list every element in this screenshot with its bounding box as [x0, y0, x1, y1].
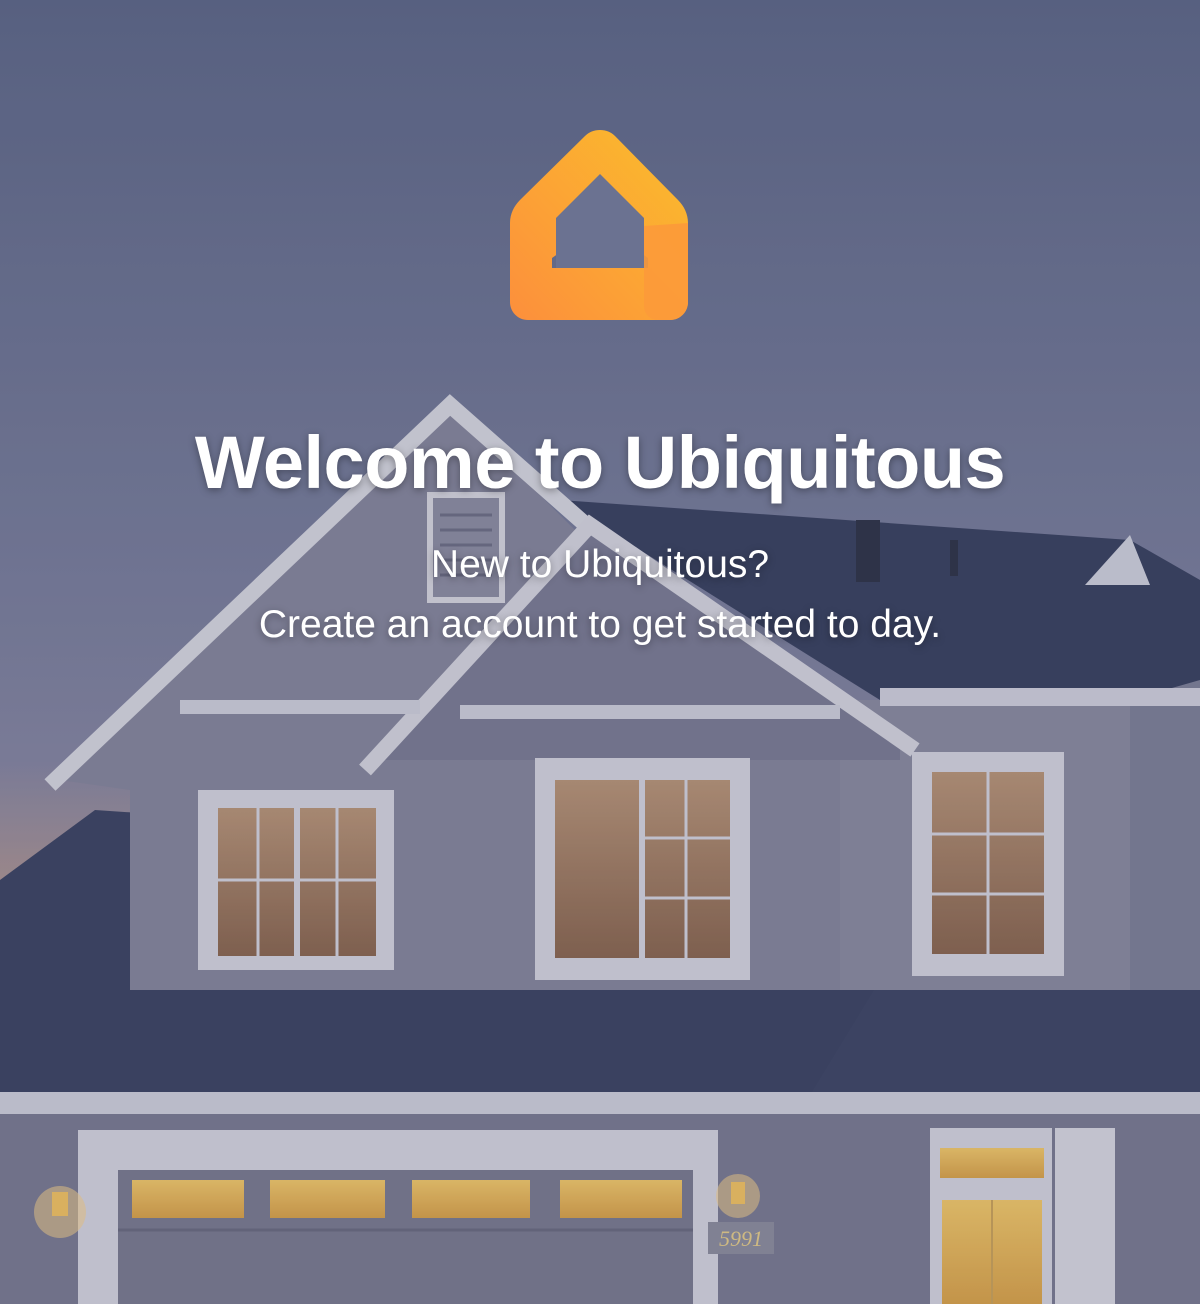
tagline-new-user: New to Ubiquitous?: [430, 543, 770, 586]
tagline-create-account: Create an account to get started to day.: [258, 603, 942, 646]
home-icon: [510, 130, 688, 320]
welcome-title: Welcome to Ubiquitous: [194, 421, 1006, 504]
